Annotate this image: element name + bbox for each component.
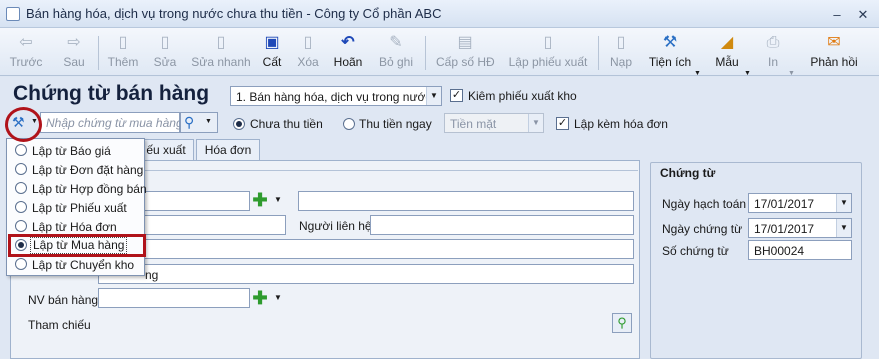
search-button[interactable]: ⚲ ▼: [180, 112, 218, 133]
invoice-number-icon: ▤: [457, 34, 473, 51]
menu-radio: [15, 163, 27, 175]
highlight-circle: [5, 107, 42, 142]
highlight-box: [8, 234, 146, 257]
export-slip-checkbox[interactable]: ✓: [450, 89, 463, 102]
tab-issue-slip[interactable]: ếu xuất: [138, 139, 194, 161]
salesperson-input[interactable]: [98, 288, 250, 308]
toolbar: ⇦ Trước ⇨ Sau ▯ Thêm ▯ Sửa ▯ Sửa nhanh ▣…: [0, 28, 879, 77]
title-bar: Bán hàng hóa, dịch vụ trong nước chưa th…: [0, 0, 879, 28]
paid-now-label: Thu tiền ngay: [359, 117, 432, 131]
chevron-down-icon[interactable]: ▼: [694, 70, 701, 77]
quick-edit-icon: ▯: [216, 34, 226, 51]
reference-search-icon[interactable]: ⚲: [612, 313, 632, 333]
menu-item-from-quote[interactable]: Lập từ Báo giá: [7, 141, 144, 160]
menu-item-from-contract[interactable]: Lập từ Hợp đồng bán: [7, 179, 147, 198]
customer-name-input[interactable]: [298, 191, 634, 211]
voucher-group: [650, 162, 862, 359]
purchase-voucher-search-input[interactable]: Nhập chứng từ mua hàng: [40, 112, 183, 133]
quick-edit-button[interactable]: ▯ Sửa nhanh: [190, 30, 252, 74]
new-doc-icon: ▯: [118, 34, 128, 51]
contact-input[interactable]: [370, 215, 634, 235]
add-salesperson-icon[interactable]: ✚: [252, 289, 268, 307]
template-icon: ◢: [720, 34, 734, 51]
issue-slip-icon: ▯: [543, 34, 553, 51]
search-icon: ⚲: [184, 114, 195, 130]
tools-icon: ⚒: [662, 34, 678, 51]
menu-radio: [15, 201, 27, 213]
voucher-date-input[interactable]: 17/01/2017 ▼: [748, 218, 852, 238]
contact-label: Người liên hệ: [299, 219, 372, 233]
menu-radio: [15, 182, 27, 194]
chevron-down-icon[interactable]: ▼: [836, 219, 851, 237]
unpaid-radio[interactable]: [233, 118, 245, 130]
voucher-no-label: Số chứng từ: [662, 244, 729, 258]
add-customer-icon[interactable]: ✚: [252, 191, 268, 209]
invoice-label: Lập kèm hóa đơn: [574, 117, 668, 131]
unpost-icon: ✎: [389, 34, 403, 51]
page-title: Chứng từ bán hàng: [13, 82, 210, 105]
voucher-group-title: Chứng từ: [658, 166, 718, 180]
window-title: Bán hàng hóa, dịch vụ trong nước chưa th…: [26, 6, 442, 21]
voucher-date-label: Ngày chứng từ: [662, 222, 743, 236]
chevron-down-icon[interactable]: ▼: [528, 114, 543, 132]
voucher-no-input[interactable]: BH00024: [748, 240, 852, 260]
chevron-down-icon[interactable]: ▼: [272, 290, 284, 306]
feedback-icon: ✉: [827, 34, 841, 51]
prev-button[interactable]: ⇦ Trước: [6, 30, 46, 74]
menu-radio: [15, 220, 27, 232]
print-icon: ⎙: [766, 34, 780, 51]
save-icon: ▣: [264, 34, 280, 51]
unpost-button[interactable]: ✎ Bỏ ghi: [376, 30, 416, 74]
tab-invoice[interactable]: Hóa đơn: [196, 139, 260, 161]
sale-type-select[interactable]: 1. Bán hàng hóa, dịch vụ trong nước ▼: [230, 86, 442, 106]
minimize-button[interactable]: –: [830, 8, 844, 22]
cancel-button[interactable]: ↶ Hoãn: [332, 30, 364, 74]
export-slip-label: Kiêm phiếu xuất kho: [468, 89, 577, 103]
receiver-input[interactable]: [98, 239, 634, 259]
reload-icon: ▯: [616, 34, 626, 51]
paid-now-radio[interactable]: [343, 118, 355, 130]
feedback-button[interactable]: ✉ Phản hồi: [808, 30, 860, 74]
save-button[interactable]: ▣ Cất: [261, 30, 283, 74]
unpaid-label: Chưa thu tiền: [250, 117, 323, 131]
undo-icon: ↶: [341, 34, 355, 51]
chevron-down-icon[interactable]: ▼: [272, 192, 284, 208]
chevron-down-icon[interactable]: ▼: [426, 87, 441, 105]
salesperson-label: NV bán hàng: [28, 293, 99, 307]
menu-radio: [15, 258, 27, 270]
menu-item-from-transfer[interactable]: Lập từ Chuyển kho: [7, 255, 144, 274]
add-button[interactable]: ▯ Thêm: [106, 30, 140, 74]
app-icon: [6, 7, 20, 21]
delete-icon: ▯: [303, 34, 313, 51]
edit-button[interactable]: ▯ Sửa: [152, 30, 178, 74]
menu-radio: [15, 144, 27, 156]
chevron-down-icon[interactable]: ▼: [744, 70, 751, 77]
toolbar-separator: [425, 36, 426, 70]
reference-label: Tham chiếu: [28, 318, 91, 332]
next-button[interactable]: ⇨ Sau: [56, 30, 92, 74]
chevron-down-icon[interactable]: ▼: [836, 194, 851, 212]
posting-date-input[interactable]: 17/01/2017 ▼: [748, 193, 852, 213]
description-input[interactable]: ng: [98, 264, 634, 284]
invoice-number-button[interactable]: ▤ Cấp số HĐ: [436, 30, 495, 74]
edit-icon: ▯: [160, 34, 170, 51]
invoice-checkbox[interactable]: ✓: [556, 117, 569, 130]
print-button[interactable]: ⎙ In: [762, 30, 784, 74]
toolbar-separator: [98, 36, 99, 70]
delete-button[interactable]: ▯ Xóa: [296, 30, 320, 74]
chevron-down-icon[interactable]: ▼: [788, 70, 795, 77]
chevron-down-icon[interactable]: ▼: [205, 118, 212, 125]
arrow-right-icon: ⇨: [67, 34, 81, 51]
menu-item-from-sales-order[interactable]: Lập từ Đơn đặt hàng: [7, 160, 144, 179]
utilities-button[interactable]: ⚒ Tiện ích: [646, 30, 694, 74]
close-button[interactable]: ✕: [856, 8, 870, 22]
reload-button[interactable]: ▯ Nạp: [608, 30, 634, 74]
arrow-left-icon: ⇦: [19, 34, 33, 51]
menu-item-from-issue-slip[interactable]: Lập từ Phiếu xuất: [7, 198, 144, 217]
template-button[interactable]: ◢ Mẫu: [712, 30, 742, 74]
payment-method-select[interactable]: Tiền mặt ▼: [444, 113, 544, 133]
posting-date-label: Ngày hạch toán: [662, 197, 747, 211]
toolbar-separator: [598, 36, 599, 70]
create-issue-slip-button[interactable]: ▯ Lập phiếu xuất: [507, 30, 589, 74]
